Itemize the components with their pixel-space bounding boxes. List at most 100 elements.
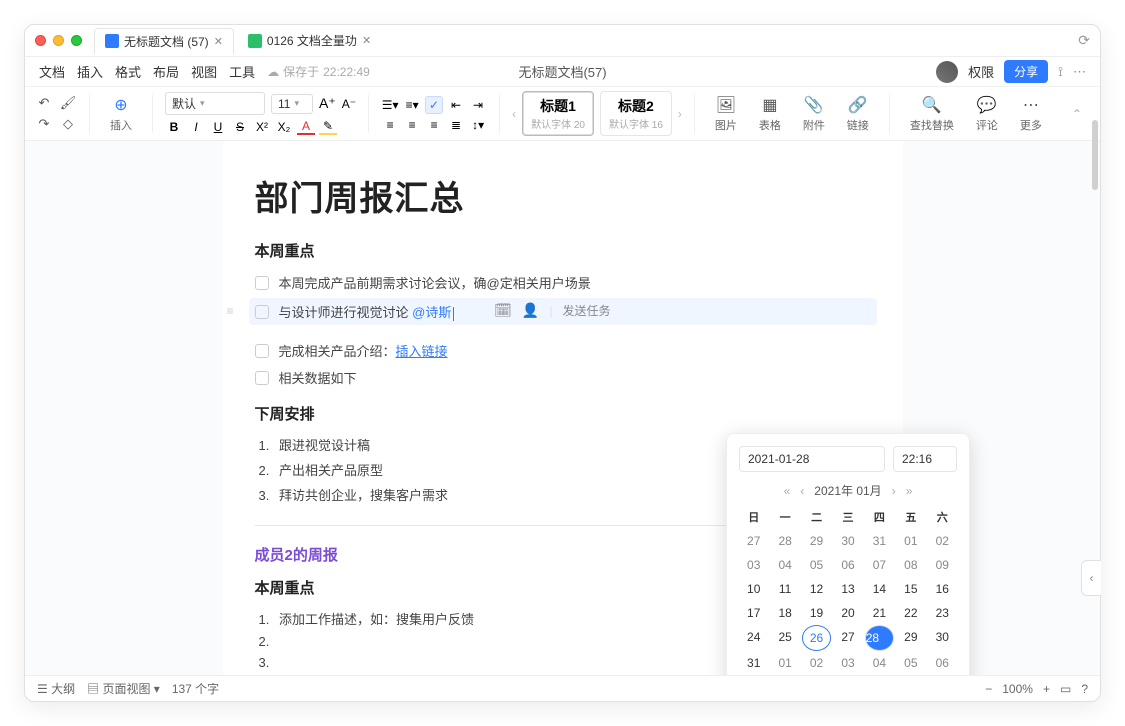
section-heading[interactable]: 本周重点 xyxy=(255,240,871,261)
calendar-day[interactable]: 04 xyxy=(865,651,894,675)
calendar-day[interactable]: 31 xyxy=(865,529,894,553)
calendar-day[interactable]: 25 xyxy=(770,625,799,651)
checkbox[interactable] xyxy=(255,344,269,358)
calendar-day[interactable]: 19 xyxy=(802,601,831,625)
tab-2[interactable]: 0126 文档全量功 ✕ xyxy=(238,28,381,54)
calendar-day[interactable]: 08 xyxy=(896,553,925,577)
redo-icon[interactable]: ↷ xyxy=(35,115,53,133)
undo-icon[interactable]: ↶ xyxy=(35,94,53,112)
menu-insert[interactable]: 插入 xyxy=(77,62,103,81)
calendar-day[interactable]: 17 xyxy=(739,601,768,625)
calendar-day[interactable]: 10 xyxy=(739,577,768,601)
menu-tools[interactable]: 工具 xyxy=(229,62,255,81)
feedback-icon[interactable]: ▭ xyxy=(1060,682,1071,696)
align-justify-icon[interactable]: ≣ xyxy=(447,118,465,132)
align-center-icon[interactable]: ≡ xyxy=(403,118,421,132)
calendar-day[interactable]: 02 xyxy=(802,651,831,675)
calendar-day[interactable]: 05 xyxy=(802,553,831,577)
scrollbar-thumb[interactable] xyxy=(1092,120,1098,190)
maximize-window[interactable] xyxy=(71,35,82,46)
calendar-day[interactable]: 29 xyxy=(802,529,831,553)
collapse-toolbar-icon[interactable]: ⌃ xyxy=(1064,107,1090,121)
calendar-day[interactable]: 06 xyxy=(928,651,957,675)
table-button[interactable]: ▦表格 xyxy=(751,95,789,133)
strike-button[interactable]: S xyxy=(231,120,249,134)
mention[interactable]: @诗斯 xyxy=(412,305,451,320)
side-panel-toggle[interactable]: ‹ xyxy=(1081,560,1101,596)
calendar-day[interactable]: 26 xyxy=(802,625,831,651)
calendar-day[interactable]: 28 xyxy=(865,625,894,651)
calendar-day[interactable]: 21 xyxy=(865,601,894,625)
tab-1[interactable]: 无标题文档 (57) ✕ xyxy=(94,28,234,54)
year-prev-icon[interactable]: « xyxy=(784,484,791,498)
calendar-day[interactable]: 27 xyxy=(833,625,862,651)
calendar-day[interactable]: 12 xyxy=(802,577,831,601)
bold-button[interactable]: B xyxy=(165,120,183,134)
assignee-icon[interactable]: 👤 xyxy=(522,302,539,319)
font-color-button[interactable]: A xyxy=(297,119,315,135)
underline-button[interactable]: U xyxy=(209,120,227,134)
refresh-icon[interactable]: ⟳ xyxy=(1078,32,1090,49)
minimize-window[interactable] xyxy=(53,35,64,46)
number-list-icon[interactable]: ≡▾ xyxy=(403,98,421,112)
align-left-icon[interactable]: ≡ xyxy=(381,118,399,132)
menu-layout[interactable]: 布局 xyxy=(153,62,179,81)
calendar-day[interactable]: 30 xyxy=(928,625,957,651)
checkbox[interactable] xyxy=(255,371,269,385)
insert-group[interactable]: ⊕ 插入 xyxy=(102,95,140,133)
help-icon[interactable]: ? xyxy=(1081,682,1088,696)
align-right-icon[interactable]: ≡ xyxy=(425,118,443,132)
doc-heading[interactable]: 部门周报汇总 xyxy=(255,171,871,220)
calendar-day[interactable]: 04 xyxy=(770,553,799,577)
task-item[interactable]: 相关数据如下 xyxy=(255,364,871,391)
style-prev-icon[interactable]: ‹ xyxy=(512,107,516,121)
task-item[interactable]: 完成相关产品介绍：插入链接 xyxy=(255,337,871,364)
view-mode[interactable]: ▤ 页面视图 ▾ xyxy=(87,680,160,697)
task-item[interactable]: 本周完成产品前期需求讨论会议，确@定相关用户场景 xyxy=(255,269,871,296)
avatar[interactable] xyxy=(936,61,958,83)
calendar-day[interactable]: 09 xyxy=(928,553,957,577)
calendar-day[interactable]: 14 xyxy=(865,577,894,601)
calendar-day[interactable]: 11 xyxy=(770,577,799,601)
style-heading2[interactable]: 标题2默认字体 16 xyxy=(600,91,672,136)
calendar-day[interactable]: 02 xyxy=(928,529,957,553)
find-replace-button[interactable]: 🔍查找替换 xyxy=(902,95,962,133)
checklist-icon[interactable] xyxy=(425,96,443,114)
share-button[interactable]: 分享 xyxy=(1004,60,1048,83)
calendar-day[interactable]: 18 xyxy=(770,601,799,625)
time-input[interactable]: 22:16 xyxy=(893,446,957,472)
indent-decrease-icon[interactable]: ⇤ xyxy=(447,98,465,112)
italic-button[interactable]: I xyxy=(187,120,205,134)
checkbox[interactable] xyxy=(255,305,269,319)
calendar-day[interactable]: 06 xyxy=(833,553,862,577)
calendar-day[interactable]: 15 xyxy=(896,577,925,601)
tab-close-icon[interactable]: ✕ xyxy=(362,34,371,47)
send-task-button[interactable]: 发送任务 xyxy=(562,302,610,319)
image-button[interactable]: 🖼图片 xyxy=(707,95,745,133)
highlight-button[interactable]: ✎ xyxy=(319,119,337,135)
calendar-day[interactable]: 13 xyxy=(833,577,862,601)
drag-handle-icon[interactable]: ≡ xyxy=(227,304,234,318)
insert-link[interactable]: 插入链接 xyxy=(396,344,448,359)
menu-view[interactable]: 视图 xyxy=(191,62,217,81)
calendar-day[interactable]: 28 xyxy=(770,529,799,553)
zoom-in-icon[interactable]: + xyxy=(1043,682,1050,696)
date-input[interactable]: 2021-01-28 xyxy=(739,446,885,472)
calendar-icon[interactable]: 🗓 xyxy=(494,302,512,319)
menu-file[interactable]: 文档 xyxy=(39,62,65,81)
outline-toggle[interactable]: ☰ 大纲 xyxy=(37,680,75,697)
calendar-day[interactable]: 03 xyxy=(833,651,862,675)
calendar-day[interactable]: 22 xyxy=(896,601,925,625)
clear-format-icon[interactable]: ◇ xyxy=(59,115,77,133)
more-icon[interactable]: ⋯ xyxy=(1073,64,1086,80)
checkbox[interactable] xyxy=(255,276,269,290)
calendar-day[interactable]: 07 xyxy=(865,553,894,577)
year-next-icon[interactable]: » xyxy=(906,484,913,498)
zoom-out-icon[interactable]: − xyxy=(985,682,992,696)
indent-increase-icon[interactable]: ⇥ xyxy=(469,98,487,112)
section-heading[interactable]: 下周安排 xyxy=(255,403,871,424)
subscript-button[interactable]: X₂ xyxy=(275,120,293,134)
present-icon[interactable]: ⟟ xyxy=(1058,64,1063,80)
font-family-select[interactable]: 默认▾ xyxy=(165,92,265,115)
calendar-day[interactable]: 05 xyxy=(896,651,925,675)
